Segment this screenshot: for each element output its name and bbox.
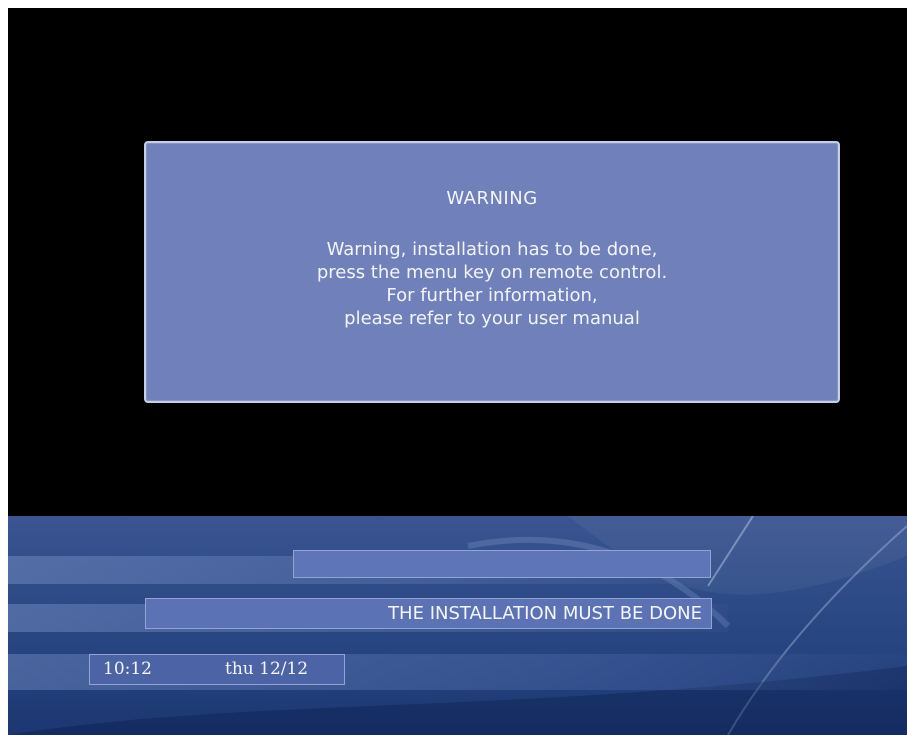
status-message-bar: THE INSTALLATION MUST BE DONE [145, 598, 712, 629]
dialog-message-line: For further information, [386, 285, 598, 306]
warning-dialog: WARNING Warning, installation has to be … [144, 141, 840, 403]
clock-time: 10:12 [103, 659, 152, 679]
dialog-title: WARNING [446, 188, 538, 209]
dialog-message-line: please refer to your user manual [344, 308, 640, 329]
dialog-message-line: press the menu key on remote control. [316, 262, 668, 283]
dialog-message-line: Warning, installation has to be done, [326, 239, 658, 260]
clock-box: 10:12 thu 12/12 [89, 654, 345, 685]
tv-screen: WARNING Warning, installation has to be … [8, 8, 907, 735]
info-band: THE INSTALLATION MUST BE DONE 10:12 thu … [8, 516, 907, 735]
channel-name-bar [293, 550, 711, 578]
status-message: THE INSTALLATION MUST BE DONE [388, 603, 702, 624]
clock-date: thu 12/12 [225, 659, 309, 679]
dialog-message: Warning, installation has to be done, pr… [146, 238, 838, 330]
